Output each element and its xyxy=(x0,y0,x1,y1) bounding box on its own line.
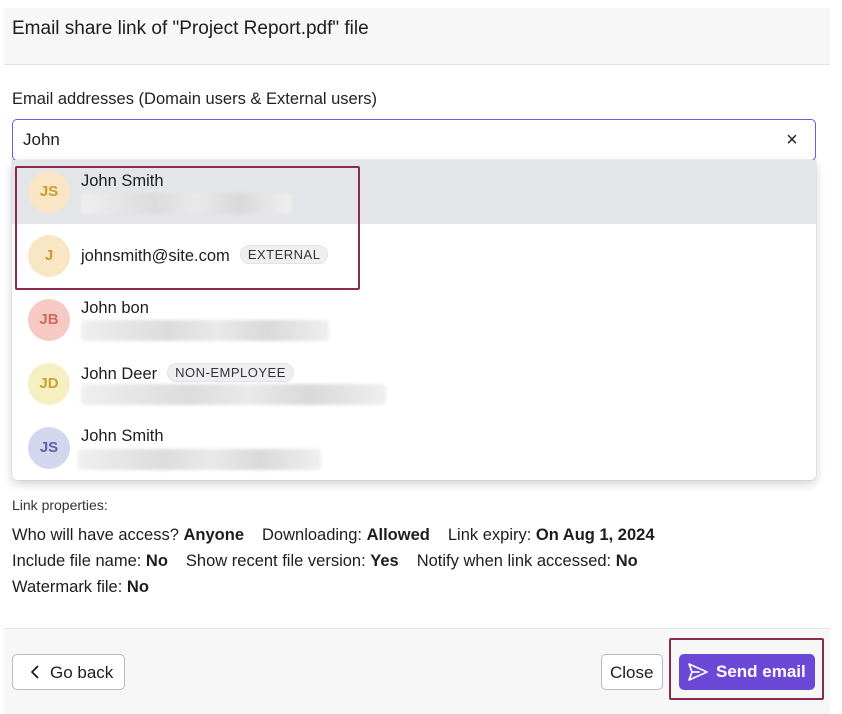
include-file-name-value: No xyxy=(145,552,168,570)
suggestion-item[interactable]: JS John Smith xyxy=(12,416,816,480)
suggestion-name: John bon xyxy=(81,299,149,317)
close-icon[interactable]: × xyxy=(781,129,803,151)
downloading-label: Downloading: xyxy=(262,526,367,544)
redacted-email xyxy=(81,193,291,214)
close-label: Close xyxy=(610,663,654,682)
dialog-header: Email share link of "Project Report.pdf"… xyxy=(4,8,830,65)
avatar: J xyxy=(28,235,70,277)
redacted-email xyxy=(78,449,321,470)
redacted-email xyxy=(81,384,386,405)
external-badge: EXTERNAL xyxy=(239,245,329,264)
suggestion-item[interactable]: JS John Smith xyxy=(12,160,816,224)
send-email-label: Send email xyxy=(716,662,806,681)
expiry-label: Link expiry: xyxy=(447,526,536,544)
go-back-label: Go back xyxy=(50,663,114,682)
avatar: JS xyxy=(28,171,70,213)
send-icon xyxy=(688,663,708,681)
avatar: JB xyxy=(28,299,70,341)
redacted-email xyxy=(81,320,329,341)
dialog-title: Email share link of "Project Report.pdf"… xyxy=(12,18,369,39)
send-email-button[interactable]: Send email xyxy=(679,654,815,690)
link-properties-line: Who will have access? Anyone Downloading:… xyxy=(12,526,655,545)
avatar: JS xyxy=(28,427,70,469)
recent-version-label: Show recent file version: xyxy=(185,552,371,570)
link-properties-heading: Link properties: xyxy=(12,497,108,513)
suggestion-item[interactable]: J johnsmith@site.com EXTERNAL xyxy=(12,224,816,288)
access-value: Anyone xyxy=(183,526,245,544)
suggestion-item[interactable]: JB John bon xyxy=(12,288,816,352)
email-input[interactable] xyxy=(23,127,763,153)
email-field[interactable]: × xyxy=(12,119,816,161)
access-label: Who will have access? xyxy=(12,526,184,544)
non-employee-badge: NON-EMPLOYEE xyxy=(167,363,294,382)
link-properties-line: Watermark file: No xyxy=(12,578,149,597)
suggestion-dropdown: JS John Smith J johnsmith@site.com EXTERN… xyxy=(12,160,816,480)
chevron-left-icon xyxy=(31,665,39,679)
close-button[interactable]: Close xyxy=(601,654,663,690)
email-field-label: Email addresses (Domain users & External… xyxy=(12,90,377,108)
suggestion-name: johnsmith@site.com EXTERNAL xyxy=(81,245,329,266)
watermark-value: No xyxy=(126,578,149,596)
suggestion-name: John Smith xyxy=(81,172,164,190)
expiry-value: On Aug 1, 2024 xyxy=(535,526,655,544)
avatar: JD xyxy=(28,363,70,405)
suggestion-name: John Deer NON-EMPLOYEE xyxy=(81,363,294,384)
watermark-label: Watermark file: xyxy=(12,578,127,596)
link-properties-line: Include file name: No Show recent file ve… xyxy=(12,552,638,571)
notify-value: No xyxy=(615,552,638,570)
include-file-name-label: Include file name: xyxy=(12,552,146,570)
go-back-button[interactable]: Go back xyxy=(12,654,125,690)
notify-label: Notify when link accessed: xyxy=(416,552,616,570)
suggestion-name: John Smith xyxy=(81,427,164,445)
suggestion-item[interactable]: JD John Deer NON-EMPLOYEE xyxy=(12,352,816,416)
recent-version-value: Yes xyxy=(370,552,399,570)
downloading-value: Allowed xyxy=(366,526,430,544)
